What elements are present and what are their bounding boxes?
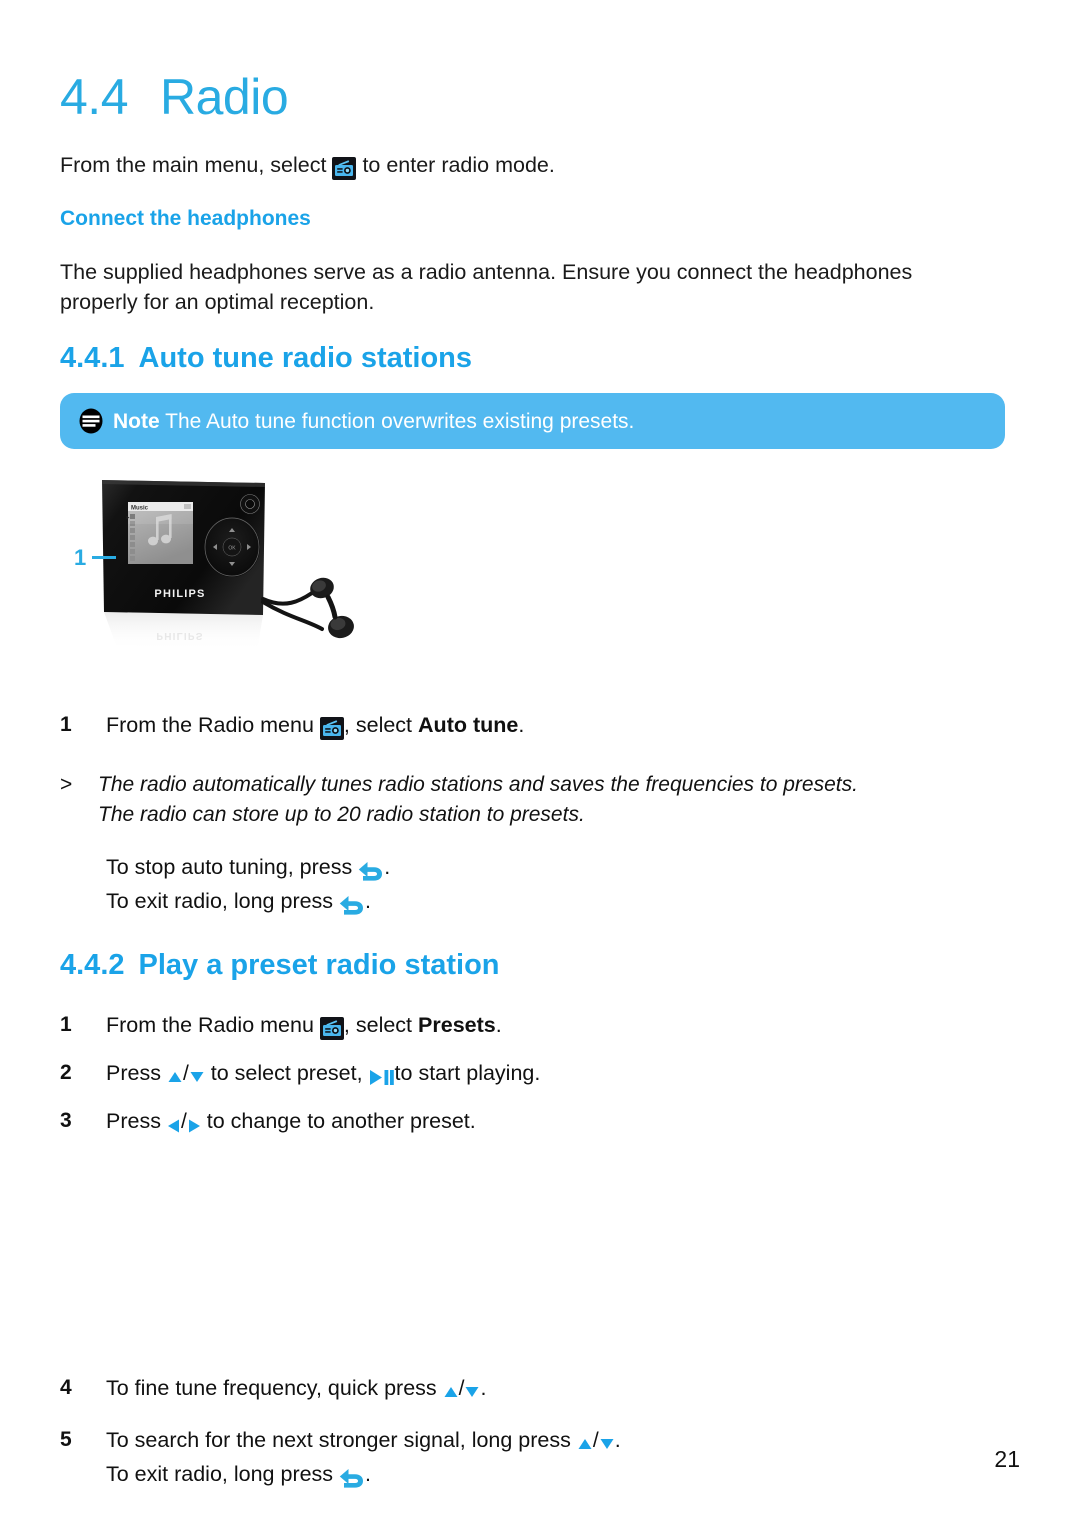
step-number: 4 bbox=[60, 1375, 72, 1399]
svg-text:OK: OK bbox=[228, 545, 236, 551]
step-text-after: . bbox=[518, 713, 525, 738]
step-item: 1 From the Radio menu , select Auto tune… bbox=[60, 710, 1020, 744]
callout-leader-line bbox=[92, 556, 116, 560]
step-text: From the Radio menu , select Auto tune. bbox=[106, 710, 1020, 744]
step-number: 2 bbox=[60, 1060, 72, 1084]
back-arrow-icon bbox=[339, 890, 365, 920]
play-pause-icon bbox=[369, 1062, 395, 1092]
result-block: > The radio automatically tunes radio st… bbox=[60, 770, 1020, 830]
step-bold-term: Presets bbox=[418, 1012, 496, 1037]
step-text-middle: , select bbox=[343, 1012, 413, 1037]
result-text: The radio automatically tunes radio stat… bbox=[98, 770, 1020, 830]
step-text-after: . bbox=[614, 1427, 621, 1452]
step-text-before: From the Radio menu bbox=[106, 1012, 314, 1037]
step-item: 4 To fine tune frequency, quick press / … bbox=[60, 1373, 1020, 1407]
section-title: Radio bbox=[160, 69, 289, 125]
exit-radio-line: To exit radio, long press . bbox=[106, 886, 1020, 920]
step-text-after: to start playing. bbox=[394, 1060, 541, 1085]
step-text-before: To search for the next stronger signal, … bbox=[106, 1427, 571, 1452]
intro-text-before: From the main menu, select bbox=[60, 153, 327, 177]
radio-icon bbox=[319, 1014, 344, 1044]
headphones-paragraph: The supplied headphones serve as a radio… bbox=[60, 260, 913, 315]
triangle-up-icon bbox=[577, 1429, 593, 1459]
note-label: Note bbox=[113, 409, 160, 433]
step-text: Press / to select preset, to start playi… bbox=[106, 1058, 1020, 1092]
step-sub-before: To exit radio, long press bbox=[106, 1461, 334, 1486]
section-number: 4.4 bbox=[60, 69, 129, 125]
step-number: 1 bbox=[60, 713, 72, 737]
subsection-1-heading: 4.4.1 Auto tune radio stations bbox=[60, 342, 1020, 375]
result-line-2: The radio can store up to 20 radio stati… bbox=[98, 803, 585, 827]
subsection-2-number: 4.4.2 bbox=[60, 949, 125, 982]
step-sub-after: . bbox=[365, 1461, 372, 1486]
step-text-after: . bbox=[480, 1375, 487, 1400]
step-text-before: Press bbox=[106, 1108, 161, 1133]
triangle-right-icon bbox=[187, 1110, 201, 1140]
step-text: To search for the next stronger signal, … bbox=[106, 1425, 1020, 1493]
step-text: To fine tune frequency, quick press / . bbox=[106, 1373, 1020, 1407]
step-item: 1 From the Radio menu , select Presets. bbox=[60, 1010, 1020, 1044]
svg-text:PHILIPS: PHILIPS bbox=[154, 588, 205, 600]
triangle-left-icon bbox=[167, 1110, 181, 1140]
page-title: 4.4 Radio bbox=[60, 0, 1020, 122]
step-text: Press / to change to another preset. bbox=[106, 1106, 1020, 1140]
subsection-2-title: Play a preset radio station bbox=[138, 949, 500, 982]
result-line-1: The radio automatically tunes radio stat… bbox=[98, 773, 858, 797]
step-text-middle: to select preset, bbox=[210, 1060, 363, 1085]
triangle-down-icon bbox=[599, 1429, 615, 1459]
step-text: From the Radio menu , select Presets. bbox=[106, 1010, 1020, 1044]
stop-auto-tuning-after: . bbox=[384, 855, 391, 880]
triangle-down-icon bbox=[464, 1377, 480, 1407]
svg-text:PHILIPS: PHILIPS bbox=[156, 630, 203, 641]
note-icon bbox=[78, 408, 113, 434]
step-number: 1 bbox=[60, 1012, 72, 1036]
exit-radio-before: To exit radio, long press bbox=[106, 889, 334, 914]
page-number: 21 bbox=[994, 1446, 1020, 1472]
note-callout: Note The Auto tune function overwrites e… bbox=[60, 393, 1005, 450]
note-body: The Auto tune function overwrites existi… bbox=[165, 409, 635, 433]
triangle-up-icon bbox=[167, 1062, 183, 1092]
step-item: 5 To search for the next stronger signal… bbox=[60, 1425, 1020, 1493]
device-illustration: Music OK PHILIPS PHILIPS bbox=[102, 480, 354, 652]
intro-text-after: to enter radio mode. bbox=[362, 153, 555, 177]
step-number: 3 bbox=[60, 1108, 72, 1132]
step-text-after: to change to another preset. bbox=[206, 1108, 476, 1133]
subsection-2-heading: 4.4.2 Play a preset radio station bbox=[60, 949, 1020, 982]
step-item: 2 Press / to select preset, to start pla… bbox=[60, 1058, 1020, 1092]
subheading-connect-headphones: Connect the headphones bbox=[60, 207, 311, 230]
step-text-after: . bbox=[495, 1012, 502, 1037]
radio-icon bbox=[319, 714, 344, 744]
step-bold-term: Auto tune bbox=[418, 713, 519, 738]
back-arrow-icon bbox=[339, 1463, 365, 1493]
step-text-middle: , select bbox=[343, 713, 413, 738]
triangle-up-icon bbox=[443, 1377, 459, 1407]
subsection-1-title: Auto tune radio stations bbox=[138, 342, 473, 375]
step-text-before: Press bbox=[106, 1060, 161, 1085]
manual-page: 4.4 Radio From the main menu, select to … bbox=[0, 0, 1080, 1527]
stop-auto-tuning-line: To stop auto tuning, press . bbox=[106, 852, 1020, 886]
step-number: 5 bbox=[60, 1427, 72, 1451]
step-text-before: From the Radio menu bbox=[106, 713, 314, 738]
intro-paragraph: From the main menu, select to enter radi… bbox=[60, 150, 1020, 184]
radio-icon bbox=[332, 154, 357, 184]
step-item: 3 Press / to change to another preset. bbox=[60, 1106, 1020, 1140]
exit-radio-after: . bbox=[365, 889, 372, 914]
callout-number-1: 1 bbox=[74, 545, 87, 571]
product-figure: 1 Music OK PHILIPS PHILIPS bbox=[60, 469, 400, 684]
note-text: Note The Auto tune function overwrites e… bbox=[113, 411, 634, 432]
step-text-before: To fine tune frequency, quick press bbox=[106, 1375, 437, 1400]
result-marker: > bbox=[60, 773, 73, 797]
triangle-down-icon bbox=[189, 1062, 205, 1092]
back-arrow-icon bbox=[358, 856, 384, 886]
subsection-1-number: 4.4.1 bbox=[60, 342, 125, 375]
stop-auto-tuning-before: To stop auto tuning, press bbox=[106, 855, 353, 880]
